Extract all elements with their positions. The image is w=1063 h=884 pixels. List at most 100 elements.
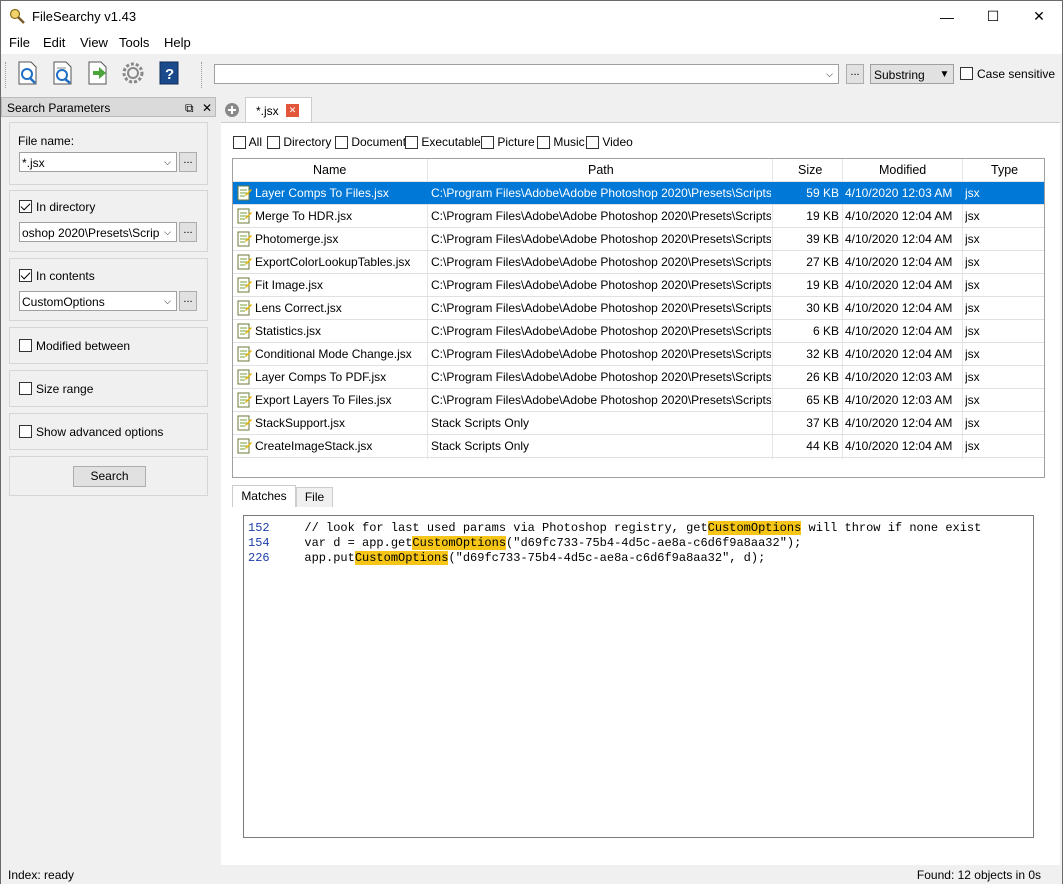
filter-music-checkbox[interactable]	[537, 136, 550, 150]
contents-input[interactable]: CustomOptions	[22, 295, 105, 309]
filter-all[interactable]: All	[233, 135, 262, 150]
filter-document[interactable]: Document	[335, 135, 406, 150]
table-row[interactable]: Layer Comps To Files.jsx C:\Program Files…	[233, 182, 1044, 205]
matches-view[interactable]: 152 // look for last used params via Pho…	[243, 515, 1034, 838]
table-row[interactable]: CreateImageStack.jsx Stack Scripts Only 44…	[233, 435, 1044, 458]
column-path[interactable]: Path	[588, 163, 614, 177]
toolbar-grip-2[interactable]	[201, 62, 204, 88]
filter-directory[interactable]: Directory	[267, 135, 332, 150]
maximize-button[interactable]: ☐	[970, 1, 1016, 32]
search-combo[interactable]: ⌵	[214, 64, 839, 84]
menu-view[interactable]: View	[80, 35, 108, 50]
column-modified[interactable]: Modified	[879, 163, 926, 177]
menu-tools[interactable]: Tools	[119, 35, 149, 50]
filter-document-checkbox[interactable]	[335, 136, 348, 150]
advanced-options-checkbox[interactable]	[19, 425, 32, 438]
column-size[interactable]: Size	[798, 163, 822, 177]
export-icon[interactable]	[85, 60, 111, 86]
window-title: FileSearchy v1.43	[32, 9, 137, 24]
filter-executable-checkbox[interactable]	[405, 136, 418, 150]
match-text: will throw if none exist	[801, 521, 982, 535]
modified-between-checkbox[interactable]	[19, 339, 32, 352]
table-row[interactable]: Statistics.jsx C:\Program Files\Adobe\Ado…	[233, 320, 1044, 343]
chevron-down-icon[interactable]: ⌵	[159, 153, 176, 171]
contents-combo[interactable]: CustomOptions ⌵	[19, 291, 177, 311]
tab-jsx[interactable]: *.jsx ✕	[245, 97, 312, 122]
chevron-down-icon[interactable]: ▼	[936, 65, 953, 83]
directory-browse-button[interactable]: ...	[179, 222, 197, 242]
add-tab-icon[interactable]	[224, 102, 240, 118]
filter-executable[interactable]: Executable	[405, 135, 481, 150]
script-file-icon	[237, 185, 252, 201]
filter-music[interactable]: Music	[537, 135, 585, 150]
table-row[interactable]: StackSupport.jsx Stack Scripts Only 37 KB 4…	[233, 412, 1044, 435]
search-button[interactable]: Search	[73, 466, 146, 487]
help-book-icon[interactable]: ?	[156, 60, 182, 86]
table-row[interactable]: Conditional Mode Change.jsx C:\Program Fi…	[233, 343, 1044, 366]
cell-name: Conditional Mode Change.jsx	[255, 347, 412, 361]
line-number: 154	[248, 536, 270, 550]
size-group: Size range	[9, 370, 208, 407]
in-contents-checkbox[interactable]	[19, 269, 32, 282]
chevron-down-icon[interactable]: ⌵	[159, 292, 176, 310]
gear-icon[interactable]	[120, 60, 146, 86]
cell-modified: 4/10/2020 12:03 AM	[845, 370, 953, 384]
column-type[interactable]: Type	[991, 163, 1018, 177]
toolbar-grip[interactable]	[5, 62, 8, 88]
file-name-browse-button[interactable]: ...	[179, 152, 197, 172]
cell-modified: 4/10/2020 12:04 AM	[845, 232, 953, 246]
table-row[interactable]: Export Layers To Files.jsx C:\Program Fil…	[233, 389, 1044, 412]
minimize-button[interactable]: —	[924, 1, 970, 32]
tab-file[interactable]: File	[296, 487, 333, 507]
menu-edit[interactable]: Edit	[43, 35, 65, 50]
cell-size: 30 KB	[806, 301, 839, 315]
search-in-results-icon[interactable]	[50, 60, 76, 86]
menu-help[interactable]: Help	[164, 35, 191, 50]
script-file-icon	[237, 369, 252, 385]
contents-browse-button[interactable]: ...	[179, 291, 197, 311]
column-name[interactable]: Name	[313, 163, 346, 177]
filter-picture-checkbox[interactable]	[481, 136, 494, 150]
table-row[interactable]: Photomerge.jsx C:\Program Files\Adobe\Ado…	[233, 228, 1044, 251]
cell-path: C:\Program Files\Adobe\Adobe Photoshop 2…	[431, 301, 771, 315]
cell-path: C:\Program Files\Adobe\Adobe Photoshop 2…	[431, 324, 771, 338]
filter-all-checkbox[interactable]	[233, 136, 246, 150]
in-directory-checkbox[interactable]	[19, 200, 32, 213]
filter-directory-label: Directory	[283, 135, 332, 149]
file-name-combo[interactable]: *.jsx ⌵	[19, 152, 177, 172]
menu-bar: File Edit View Tools Help	[1, 32, 1062, 54]
match-line: 154 var d = app.getCustomOptions("d69fc7…	[248, 536, 1029, 551]
case-sensitive-checkbox[interactable]	[960, 67, 973, 80]
new-search-icon[interactable]	[15, 60, 41, 86]
script-file-icon	[237, 415, 252, 431]
table-row[interactable]: ExportColorLookupTables.jsx C:\Program Fi…	[233, 251, 1044, 274]
chevron-down-icon[interactable]: ⌵	[821, 65, 838, 83]
filter-picture[interactable]: Picture	[481, 135, 535, 150]
chevron-down-icon[interactable]: ⌵	[159, 223, 176, 241]
directory-input[interactable]: oshop 2020\Presets\Scripts	[22, 226, 169, 240]
cell-name: Merge To HDR.jsx	[255, 209, 353, 223]
close-window-button[interactable]: ✕	[1016, 1, 1062, 32]
cell-type: jsx	[965, 324, 980, 338]
cell-path: C:\Program Files\Adobe\Adobe Photoshop 2…	[431, 347, 771, 361]
menu-file[interactable]: File	[9, 35, 30, 50]
size-range-checkbox[interactable]	[19, 382, 32, 395]
tab-close-icon[interactable]: ✕	[286, 104, 299, 117]
cell-name: Layer Comps To Files.jsx	[255, 186, 389, 200]
file-name-input[interactable]: *.jsx	[22, 156, 45, 170]
filter-video[interactable]: Video	[586, 135, 633, 150]
table-row[interactable]: Lens Correct.jsx C:\Program Files\Adobe\A…	[233, 297, 1044, 320]
browse-button[interactable]: ...	[846, 64, 864, 84]
pin-icon[interactable]: ⧉	[185, 101, 194, 116]
table-row[interactable]: Merge To HDR.jsx C:\Program Files\Adobe\A…	[233, 205, 1044, 228]
close-panel-icon[interactable]: ✕	[202, 101, 212, 115]
directory-combo[interactable]: oshop 2020\Presets\Scripts ⌵	[19, 222, 177, 242]
table-row[interactable]: Layer Comps To PDF.jsx C:\Program Files\A…	[233, 366, 1044, 389]
match-mode-select[interactable]: Substring ▼	[870, 64, 954, 84]
filter-video-checkbox[interactable]	[586, 136, 599, 150]
filter-directory-checkbox[interactable]	[267, 136, 280, 150]
tab-matches[interactable]: Matches	[232, 485, 296, 507]
cell-modified: 4/10/2020 12:04 AM	[845, 301, 953, 315]
table-row[interactable]: Fit Image.jsx C:\Program Files\Adobe\Adob…	[233, 274, 1044, 297]
search-parameters-panel: Search Parameters ⧉ ✕ File name: *.jsx ⌵…	[1, 97, 216, 865]
